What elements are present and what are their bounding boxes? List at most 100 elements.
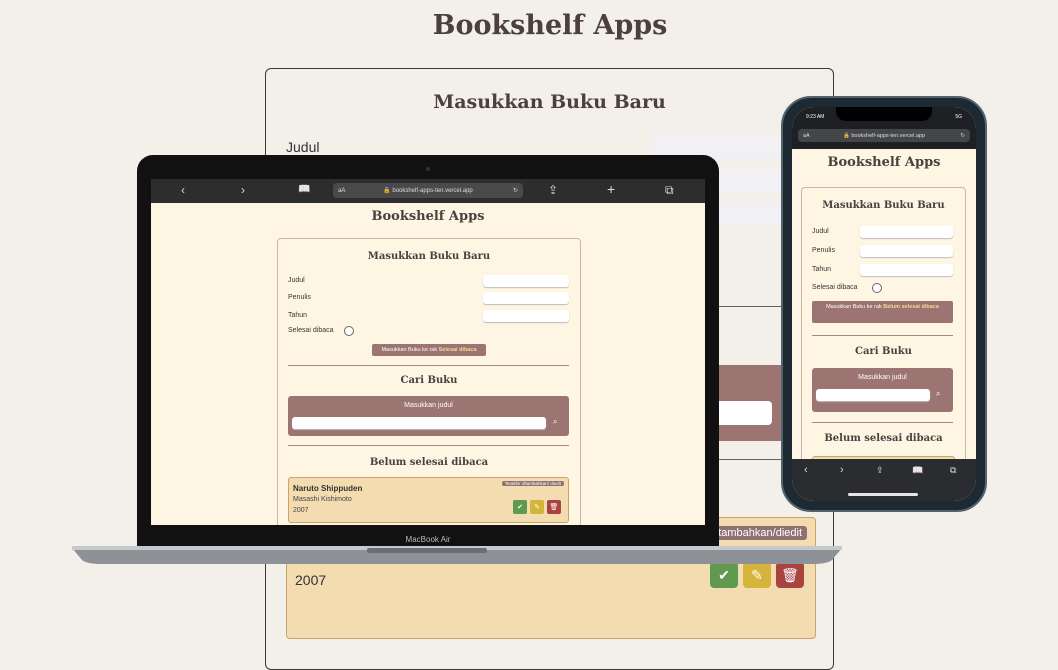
form-title: Masukkan Buku Baru — [367, 251, 491, 262]
book-badge: Terakhir ditambahkan/ diedit — [501, 481, 564, 486]
phone-author-input[interactable] — [860, 245, 953, 257]
phone-submit-prefix: Masukkan Buku ke rak — [826, 304, 882, 310]
check-icon: ✔ — [517, 504, 523, 511]
phone-address-bar[interactable]: aA 🔒 bookshelf-apps-ten.vercel.app ↻ — [798, 129, 970, 142]
phone-search-input[interactable] — [816, 389, 930, 401]
complete-checkbox[interactable] — [344, 326, 354, 336]
home-indicator — [848, 493, 918, 496]
edit-button[interactable]: ✎ — [530, 500, 544, 514]
address-bar[interactable]: aA 🔒 bookshelf-apps-ten.vercel.app ↻ — [333, 183, 523, 198]
search-input[interactable] — [292, 417, 546, 429]
book-icon[interactable]: 📖 — [298, 184, 310, 195]
phone-year-label: Tahun — [812, 266, 832, 273]
text-size-label[interactable]: aA — [338, 188, 345, 194]
submit-shelf: Selesai dibaca — [438, 347, 477, 353]
phone-author-label: Penulis — [812, 247, 835, 254]
delete-button[interactable]: 🗑 — [547, 500, 561, 514]
phone-search-label: Masukkan judul — [858, 374, 907, 381]
browser-toolbar: ‹ › 📖 aA 🔒 bookshelf-apps-ten.vercel.app… — [151, 179, 705, 203]
bg-form-title: Masukkan Buku Baru — [433, 91, 666, 113]
camera-dot — [426, 167, 430, 171]
complete-label: Selesai dibaca — [288, 327, 334, 334]
tabs-icon[interactable]: ⧉ — [950, 465, 956, 476]
phone-complete-checkbox[interactable] — [872, 283, 882, 293]
phone-status-bar: 9:23 AM 5G aA 🔒 bookshelf-apps-ten.verce… — [792, 107, 976, 149]
bg-edit-button[interactable]: ✎ — [743, 562, 771, 588]
reload-icon[interactable]: ↻ — [960, 133, 965, 139]
year-input[interactable] — [483, 310, 569, 322]
book-title: Naruto Shippuden — [293, 484, 363, 493]
phone-incomplete-title: Belum selesai dibaca — [824, 433, 943, 444]
phone-year-input[interactable] — [860, 264, 953, 276]
submit-prefix: Masukkan Buku ke rak — [381, 347, 438, 353]
bg-book-year: 2007 — [295, 572, 327, 588]
book-icon[interactable]: 📖 — [912, 465, 923, 476]
submit-button[interactable]: Masukkan Buku ke rak Selesai dibaca — [372, 344, 486, 356]
phone-url: bookshelf-apps-ten.vercel.app — [851, 132, 926, 139]
phone-separator — [812, 335, 953, 336]
search-label: Masukkan judul — [404, 402, 453, 409]
author-input[interactable] — [483, 292, 569, 304]
bg-page-title: Bookshelf Apps — [432, 10, 668, 41]
title-input[interactable] — [483, 275, 569, 287]
reload-icon[interactable]: ↻ — [513, 187, 518, 194]
phone-submit-shelf: Belum selesai dibaca — [883, 304, 939, 310]
separator — [288, 365, 569, 366]
trash-icon: 🗑 — [549, 504, 559, 511]
bg-book-badge: ditambahkan/diedit — [704, 526, 807, 540]
plus-icon[interactable]: + — [607, 181, 615, 197]
forward-icon[interactable]: › — [241, 183, 245, 197]
phone-separator-2 — [812, 422, 953, 423]
lock-icon: 🔒 — [842, 132, 850, 139]
phone-form-title: Masukkan Buku Baru — [822, 200, 945, 211]
phone-notch — [836, 107, 932, 121]
book-year: 2007 — [293, 507, 309, 514]
phone-title-label: Judul — [812, 228, 829, 235]
incomplete-shelf-title: Belum selesai dibaca — [369, 457, 489, 468]
tabs-icon[interactable]: ⧉ — [665, 183, 674, 198]
pencil-icon: ✎ — [534, 504, 540, 511]
phone-search-box: Masukkan judul ⌕ — [812, 368, 953, 412]
phone-signal: 5G — [955, 114, 962, 120]
back-icon[interactable]: ‹ — [804, 464, 808, 476]
phone-submit-button[interactable]: Masukkan Buku ke rak Belum selesai dibac… — [812, 301, 953, 323]
title-label: Judul — [288, 277, 305, 284]
trash-icon: 🗑 — [781, 566, 799, 583]
pencil-icon: ✎ — [751, 566, 763, 583]
laptop-screen: ‹ › 📖 aA 🔒 bookshelf-apps-ten.vercel.app… — [151, 179, 705, 525]
phone-form-card: Masukkan Buku Baru Judul Penulis Tahun S… — [801, 187, 966, 489]
bg-title-label: Judul — [286, 139, 320, 155]
share-icon[interactable]: ⇪ — [548, 183, 558, 197]
laptop-base — [72, 540, 842, 564]
page-title: Bookshelf Apps — [371, 209, 485, 224]
phone-frame: 9:23 AM 5G aA 🔒 bookshelf-apps-ten.verce… — [781, 96, 987, 512]
phone-screen: 9:23 AM 5G aA 🔒 bookshelf-apps-ten.verce… — [792, 107, 976, 501]
phone-time: 9:23 AM — [806, 114, 825, 120]
forward-icon[interactable]: › — [840, 464, 844, 476]
check-icon: ✔ — [718, 566, 730, 583]
search-title: Cari Buku — [400, 375, 458, 386]
back-icon[interactable]: ‹ — [181, 183, 185, 197]
url-text: bookshelf-apps-ten.vercel.app — [392, 187, 473, 194]
book-author: Masashi Kishimoto — [293, 496, 352, 503]
bg-complete-button[interactable]: ✔ — [710, 562, 738, 588]
phone-search-title: Cari Buku — [855, 346, 912, 357]
laptop-frame: ‹ › 📖 aA 🔒 bookshelf-apps-ten.vercel.app… — [137, 155, 719, 550]
separator-2 — [288, 445, 569, 446]
book-card: Terakhir ditambahkan/ diedit Naruto Ship… — [288, 477, 569, 523]
author-label: Penulis — [288, 294, 311, 301]
lock-icon: 🔒 — [383, 188, 391, 194]
year-label: Tahun — [288, 312, 308, 319]
phone-page-title: Bookshelf Apps — [827, 155, 941, 170]
phone-complete-label: Selesai dibaca — [812, 284, 858, 291]
form-card: Masukkan Buku Baru Judul Penulis Tahun S… — [277, 238, 581, 525]
phone-text-size[interactable]: aA — [803, 133, 810, 139]
search-icon[interactable]: ⌕ — [936, 389, 940, 399]
phone-toolbar: ‹ › ⇪ 📖 ⧉ — [792, 459, 976, 501]
phone-title-input[interactable] — [860, 226, 953, 238]
bg-delete-button[interactable]: 🗑 — [776, 562, 804, 588]
share-icon[interactable]: ⇪ — [876, 465, 884, 476]
complete-button[interactable]: ✔ — [513, 500, 527, 514]
search-icon[interactable]: ⌕ — [553, 417, 557, 427]
search-box: Masukkan judul ⌕ — [288, 396, 569, 436]
